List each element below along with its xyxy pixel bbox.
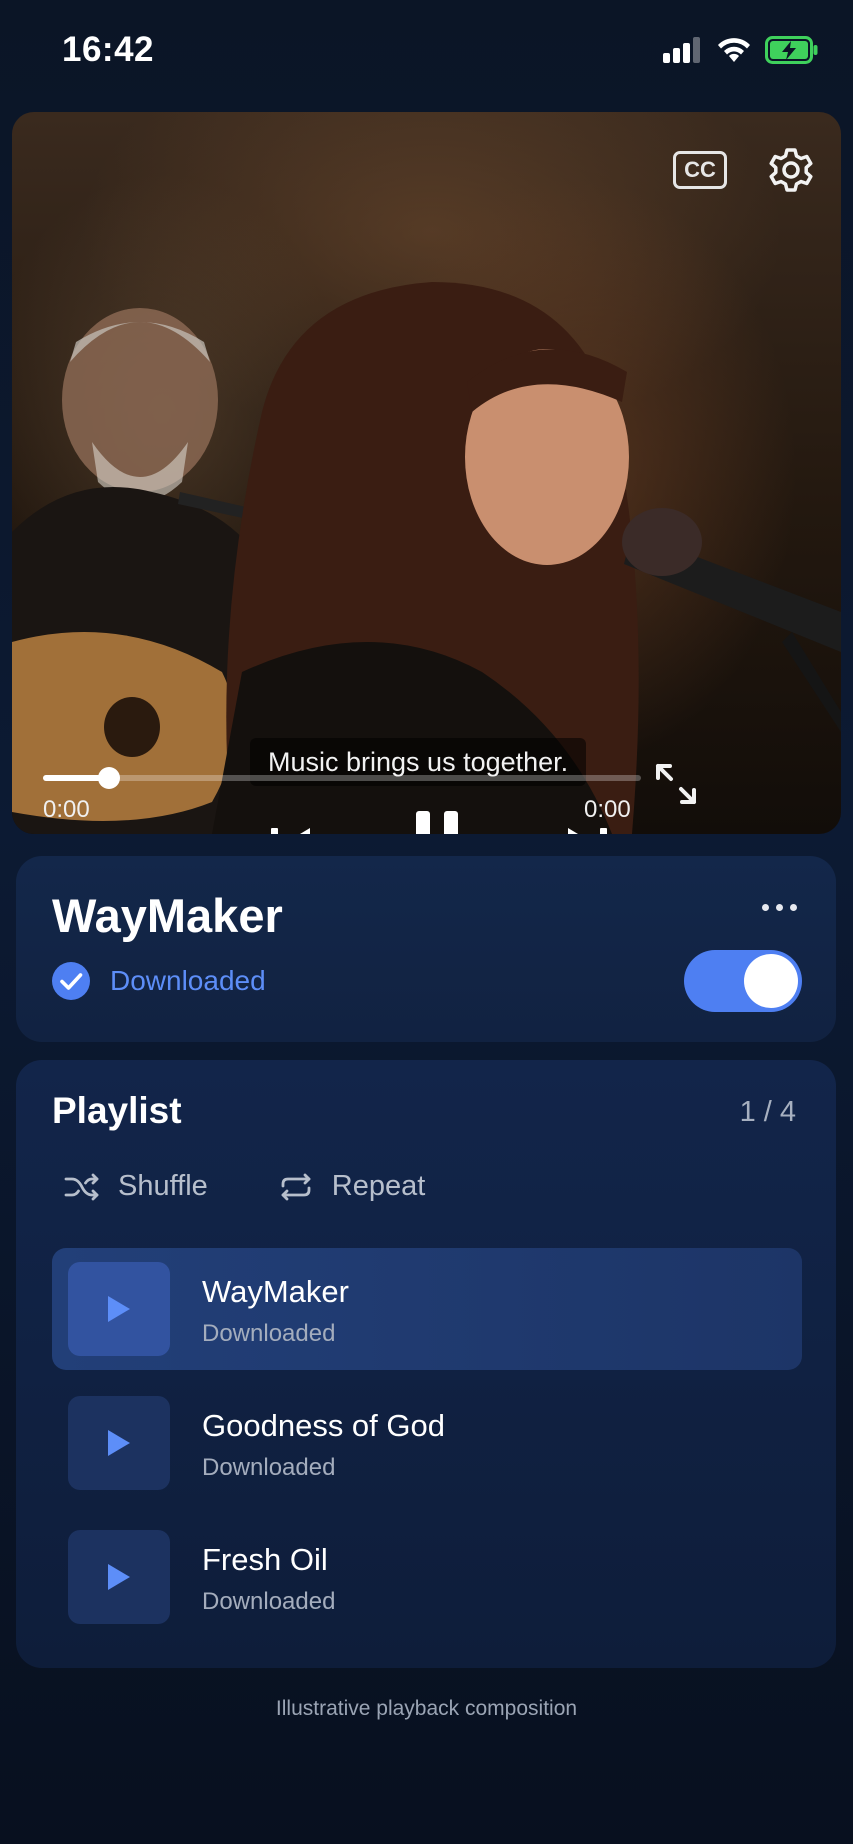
caption: Illustrative playback composition [275, 1697, 578, 1720]
repeat-label: Repeat [331, 1170, 426, 1202]
play-icon[interactable] [106, 1294, 132, 1324]
track-status: Downloaded [202, 1320, 336, 1347]
shuffle-button[interactable]: Shuffle [64, 1170, 208, 1203]
track-title: WayMaker [52, 889, 283, 942]
toggle-knob [744, 954, 798, 1008]
check-circle-icon [52, 962, 90, 1000]
seek-thumb[interactable] [97, 767, 120, 789]
track-name: Fresh Oil [202, 1542, 328, 1577]
download-status: Downloaded [52, 962, 266, 1000]
gear-icon[interactable] [767, 146, 815, 194]
playlist-card: Playlist 1 / 4 Shuffle Repeat WayMaker D… [16, 1060, 836, 1668]
repeat-button[interactable]: Repeat [278, 1170, 426, 1203]
seek-bar[interactable] [43, 767, 641, 789]
status-time: 16:42 [62, 30, 155, 69]
video-player[interactable]: CC Music brings us together. 0:00 0:00 [12, 112, 841, 834]
repeat-icon [281, 1173, 311, 1200]
shuffle-icon [64, 1173, 99, 1200]
track-status: Downloaded [202, 1588, 336, 1615]
signal-icon [663, 37, 700, 63]
fullscreen-icon[interactable] [654, 762, 698, 806]
track-name: WayMaker [202, 1274, 349, 1309]
playlist-count: 1 / 4 [739, 1096, 796, 1128]
play-icon[interactable] [106, 1428, 132, 1458]
cc-label: CC [684, 157, 716, 182]
pause-icon[interactable] [412, 808, 462, 834]
video-frame [12, 282, 841, 834]
track-thumbnail [68, 1262, 170, 1356]
downloaded-label: Downloaded [110, 965, 266, 996]
video-top-controls: CC [673, 146, 815, 194]
list-item[interactable]: Fresh Oil Downloaded [52, 1516, 802, 1638]
track-name: Goodness of God [202, 1408, 445, 1443]
track-status: Downloaded [202, 1454, 336, 1481]
playlist-title: Playlist [52, 1090, 182, 1131]
wifi-icon [718, 38, 750, 62]
more-options-icon[interactable] [762, 904, 797, 911]
shuffle-label: Shuffle [118, 1170, 208, 1202]
playback-modes: Shuffle Repeat [64, 1170, 495, 1203]
track-info-card: WayMaker Downloaded [16, 856, 836, 1042]
status-bar: 16:42 [0, 0, 853, 104]
download-toggle[interactable] [684, 950, 802, 1012]
list-item[interactable]: WayMaker Downloaded [52, 1248, 802, 1370]
battery-charging-icon [765, 36, 818, 64]
total-time: 0:00 [584, 796, 631, 823]
status-icons [663, 36, 819, 64]
skip-previous-icon[interactable] [268, 816, 314, 834]
play-icon[interactable] [106, 1562, 132, 1592]
track-thumbnail [68, 1530, 170, 1624]
track-thumbnail [68, 1396, 170, 1490]
track-list: WayMaker Downloaded Goodness of God Down… [52, 1248, 802, 1650]
current-time: 0:00 [43, 796, 90, 823]
list-item[interactable]: Goodness of God Downloaded [52, 1382, 802, 1504]
cc-icon[interactable]: CC [673, 151, 727, 189]
